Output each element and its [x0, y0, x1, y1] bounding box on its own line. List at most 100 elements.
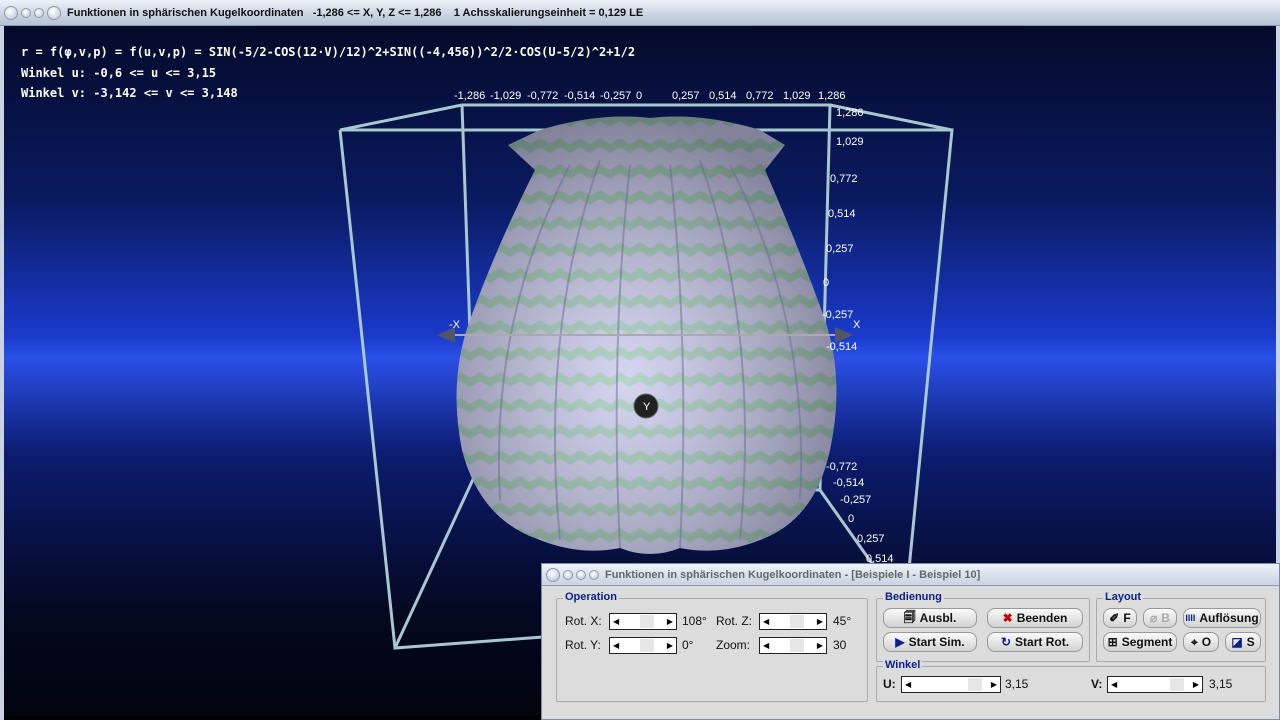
axis-label-negx: -X: [449, 319, 461, 331]
operation-legend: Operation: [563, 591, 619, 603]
aufloesung-button[interactable]: IIII Auflösung: [1183, 608, 1261, 628]
z-tick-label: 1,029: [836, 136, 864, 148]
y-tick-label: -0,514: [833, 477, 864, 489]
x-tick-label: 0,772: [746, 90, 774, 102]
y-tick-label: 0: [848, 513, 854, 525]
x-tick-label: 1,029: [783, 90, 811, 102]
rot-z-value: 45°: [833, 614, 852, 628]
panel-title: Funktionen in sphärischen Kugelkoordinat…: [605, 568, 981, 581]
start-sim-button[interactable]: ▶ Start Sim.: [883, 632, 977, 652]
x-tick-label: 1,286: [818, 90, 846, 102]
operation-group: Operation Rot. X: ◀ ▶ 108° Rot. Z: ◀ ▶ 45°…: [556, 591, 868, 702]
rot-y-scrollbar[interactable]: ◀ ▶: [609, 637, 677, 654]
x-ticks: -1,286 -1,029 -0,772 -0,514 -0,257 0 0,257 0,51…: [454, 90, 846, 102]
y-tick-label: -0,257: [840, 494, 871, 506]
zoom-value: 30: [833, 638, 847, 652]
grid-icon: ⊞: [1107, 635, 1118, 649]
z-tick-label: 0,772: [830, 173, 858, 185]
u-value: 3,15: [1005, 677, 1029, 691]
z-tick-label: 0,257: [826, 243, 854, 255]
window-button-icon[interactable]: [4, 5, 18, 20]
f-button[interactable]: ✐ F: [1103, 608, 1137, 628]
bedienung-group: Bedienung 🗐 Ausbl. ✖ Beenden ▶ Start Sim. ↻…: [876, 591, 1090, 662]
rot-x-scrollbar[interactable]: ◀ ▶: [609, 613, 677, 630]
u-scrollbar[interactable]: ◀ ▶: [901, 676, 1001, 693]
winkel-legend: Winkel: [883, 659, 923, 671]
resolution-icon: IIII: [1185, 613, 1196, 623]
hide-icon: 🗐: [903, 609, 916, 624]
rotate-icon: ↻: [1000, 635, 1012, 649]
main-title-bar[interactable]: Funktionen in sphärischen Kugelkoordinat…: [0, 0, 1280, 26]
x-tick-label: -0,772: [527, 90, 558, 102]
paint-icon: ◪: [1231, 635, 1243, 649]
window-button-icon[interactable]: [21, 7, 31, 18]
axis-label-y: Y: [643, 401, 651, 413]
start-sim-label: Start Sim.: [908, 635, 965, 649]
x-tick-label: -1,029: [490, 90, 521, 102]
z-tick-label: -0,257: [822, 309, 853, 321]
x-tick-label: 0,257: [672, 90, 700, 102]
axis-label-x: X: [853, 319, 861, 331]
window-button-icon[interactable]: [546, 567, 560, 582]
u-label: U:: [883, 677, 896, 691]
brush-icon: ✐: [1109, 611, 1120, 625]
play-icon: ▶: [895, 635, 905, 649]
beenden-button[interactable]: ✖ Beenden: [987, 608, 1083, 628]
x-tick-label: -0,257: [600, 90, 631, 102]
crosshair-icon: ⌖: [1190, 634, 1198, 649]
app-icon: [589, 569, 599, 580]
x-tick-label: 0,514: [709, 90, 737, 102]
window-button-icon[interactable]: [576, 569, 586, 580]
app-icon: [47, 5, 61, 20]
z-tick-label: 0,514: [828, 208, 856, 220]
formula-text: r = f(φ,v,p) = f(u,v,p) = SIN(-5/2-COS(1…: [21, 45, 636, 59]
start-rot-label: Start Rot.: [1015, 635, 1070, 649]
panel-title-bar[interactable]: Funktionen in sphärischen Kugelkoordinat…: [542, 564, 1279, 586]
start-rot-button[interactable]: ↻ Start Rot.: [987, 632, 1083, 652]
window-button-icon[interactable]: [563, 569, 573, 580]
y-tick-label: 0,257: [857, 533, 885, 545]
f-label: F: [1123, 611, 1131, 625]
range-u-text: Winkel u: -0,6 <= u <= 3,15: [21, 66, 217, 80]
segment-button[interactable]: ⊞ Segment: [1103, 632, 1177, 652]
z-tick-label: 1,286: [836, 107, 864, 119]
x-tick-label: -1,286: [454, 90, 485, 102]
v-scrollbar[interactable]: ◀ ▶: [1107, 676, 1203, 693]
o-label: O: [1201, 635, 1212, 649]
aufloesung-label: Auflösung: [1199, 611, 1259, 625]
segment-label: Segment: [1121, 635, 1173, 649]
rot-y-value: 0°: [682, 638, 694, 652]
x-tick-label: -0,514: [564, 90, 595, 102]
rot-z-scrollbar[interactable]: ◀ ▶: [759, 613, 827, 630]
ausblenden-label: Ausbl.: [919, 611, 957, 625]
layout-group: Layout ✐ F ⌀ B IIII Auflösung ⊞ Segment ⌖ O ◪…: [1096, 591, 1266, 662]
y-tick-label: -0,772: [826, 461, 857, 473]
v-label: V:: [1091, 677, 1103, 691]
beenden-label: Beenden: [1016, 611, 1068, 625]
range-v-text: Winkel v: -3,142 <= v <= 3,148: [21, 86, 238, 100]
control-panel-window: Funktionen in sphärischen Kugelkoordinat…: [541, 563, 1280, 720]
close-icon: ✖: [1002, 611, 1013, 625]
rot-y-label: Rot. Y:: [565, 638, 601, 652]
ausblenden-button[interactable]: 🗐 Ausbl.: [883, 608, 977, 628]
x-tick-label: 0: [636, 90, 642, 102]
b-label: B: [1161, 611, 1170, 625]
bedienung-legend: Bedienung: [883, 591, 944, 603]
rot-x-value: 108°: [682, 614, 707, 628]
z-tick-label: 0: [823, 277, 829, 289]
b-button[interactable]: ⌀ B: [1143, 608, 1177, 628]
o-button[interactable]: ⌖ O: [1183, 632, 1219, 652]
window-button-icon[interactable]: [34, 7, 44, 18]
main-window-title: Funktionen in sphärischen Kugelkoordinat…: [67, 6, 644, 19]
v-value: 3,15: [1209, 677, 1233, 691]
s-button[interactable]: ◪ S: [1225, 632, 1261, 652]
bottle-icon: ⌀: [1150, 611, 1158, 625]
winkel-group: Winkel U: ◀ ▶ 3,15 V: ◀ ▶ 3,15: [876, 659, 1266, 702]
zoom-label: Zoom:: [716, 638, 751, 652]
rot-z-label: Rot. Z:: [716, 614, 753, 628]
z-tick-label: -0,514: [826, 341, 857, 353]
s-label: S: [1246, 635, 1255, 649]
rot-x-label: Rot. X:: [565, 614, 602, 628]
zoom-scrollbar[interactable]: ◀ ▶: [759, 637, 827, 654]
layout-legend: Layout: [1103, 591, 1144, 603]
